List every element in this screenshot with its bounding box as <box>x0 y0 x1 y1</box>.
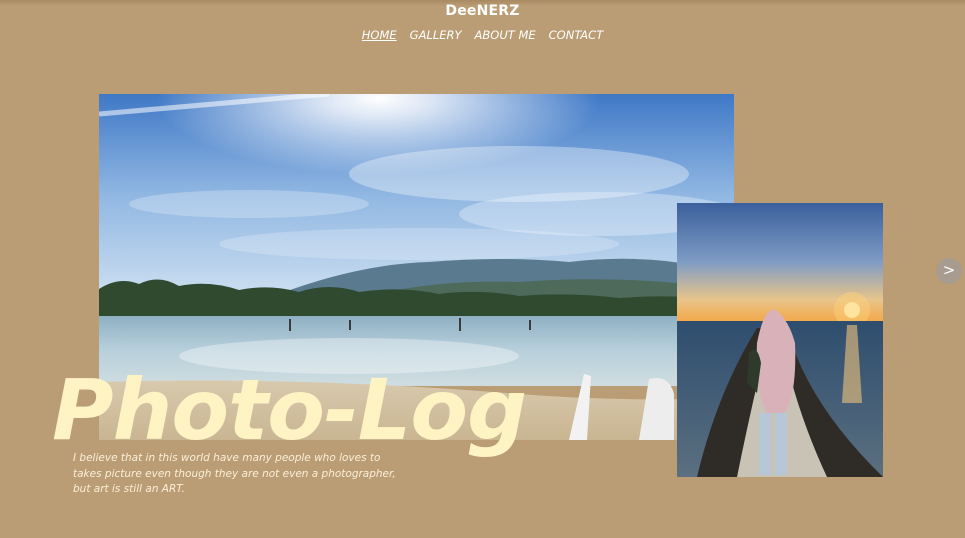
nav-item-gallery[interactable]: GALLERY <box>410 28 462 42</box>
nav-item-contact[interactable]: CONTACT <box>549 28 604 42</box>
main-nav: HOME GALLERY ABOUT ME CONTACT <box>0 28 965 42</box>
tagline-line: I believe that in this world have many p… <box>73 452 381 464</box>
slider-next-button[interactable]: > <box>936 258 962 284</box>
nav-item-home[interactable]: HOME <box>362 28 397 42</box>
tagline-line: takes picture even though they are not e… <box>73 467 396 480</box>
hero-tagline: I believe that in this world have many p… <box>73 451 403 498</box>
chevron-right-icon: > <box>942 261 956 279</box>
sunset-photo <box>677 203 883 477</box>
tagline-line: but art is still an ART. <box>73 483 185 495</box>
nav-item-about-me[interactable]: ABOUT ME <box>475 28 536 42</box>
site-brand[interactable]: DeeNERZ <box>0 3 965 19</box>
hero-title: Photo-Log <box>52 361 527 459</box>
page: DeeNERZ HOME GALLERY ABOUT ME CONTACT Ph… <box>0 0 965 538</box>
